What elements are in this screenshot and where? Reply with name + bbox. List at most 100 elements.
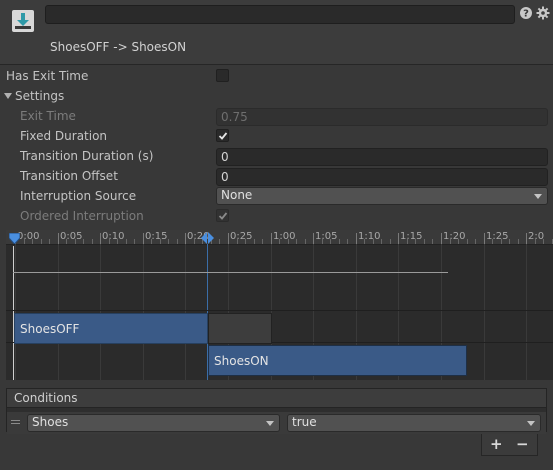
add-condition-button[interactable]: + bbox=[490, 435, 503, 453]
timeline-grid-line bbox=[58, 244, 59, 380]
timeline-tick-label: 0:25 bbox=[230, 231, 253, 242]
exit-time-label: Exit Time bbox=[20, 109, 76, 123]
has-exit-time-checkbox[interactable] bbox=[216, 69, 229, 82]
timeline-minor-tick bbox=[41, 239, 42, 244]
timeline-tick-label: 0:00 bbox=[17, 231, 40, 242]
fixed-duration-checkbox[interactable] bbox=[216, 129, 229, 142]
timeline-tick-label: 0:15 bbox=[145, 231, 168, 242]
timeline-grid-line bbox=[15, 244, 16, 380]
timeline-tick-label: 0:05 bbox=[60, 231, 83, 242]
settings-foldout-label[interactable]: Settings bbox=[15, 89, 64, 103]
gear-icon[interactable] bbox=[536, 6, 550, 20]
timeline-major-tick bbox=[526, 233, 527, 244]
timeline-tick-label: 1:05 bbox=[315, 231, 338, 242]
ordered-interruption-label: Ordered Interruption bbox=[20, 209, 144, 223]
remove-condition-button[interactable]: − bbox=[516, 435, 529, 453]
timeline-major-tick bbox=[271, 233, 272, 244]
start-marker-icon[interactable] bbox=[8, 232, 21, 247]
timeline-major-tick bbox=[441, 233, 442, 244]
transition-duration-input[interactable]: 0 bbox=[216, 148, 548, 166]
timeline-tick-label: 0:10 bbox=[102, 231, 125, 242]
timeline-minor-tick bbox=[381, 239, 382, 244]
timeline-minor-tick bbox=[177, 239, 178, 244]
timeline-grid-line bbox=[526, 244, 527, 380]
checkmark-icon bbox=[218, 132, 228, 140]
timeline-minor-tick bbox=[475, 239, 476, 244]
drag-handle-icon[interactable] bbox=[11, 420, 20, 421]
fixed-duration-label: Fixed Duration bbox=[20, 129, 108, 143]
condition-row[interactable]: Shoes true bbox=[7, 412, 546, 434]
interruption-source-value: None bbox=[221, 188, 253, 202]
timeline-major-tick bbox=[185, 233, 186, 244]
condition-parameter-value: Shoes bbox=[32, 415, 69, 429]
timeline-minor-tick bbox=[254, 239, 255, 244]
timeline-minor-tick bbox=[305, 239, 306, 244]
transition-title: ShoesOFF -> ShoesON bbox=[50, 40, 187, 54]
timeline-minor-tick bbox=[467, 239, 468, 244]
settings-foldout-arrow-icon[interactable] bbox=[4, 93, 12, 99]
timeline-tick-label: 1:25 bbox=[486, 231, 509, 242]
timeline-minor-tick bbox=[390, 239, 391, 244]
timeline-major-tick bbox=[484, 233, 485, 244]
timeline-minor-tick bbox=[92, 239, 93, 244]
checkmark-icon bbox=[218, 212, 228, 220]
timeline-minor-tick bbox=[219, 239, 220, 244]
timeline-major-tick bbox=[228, 233, 229, 244]
timeline-grid-line bbox=[185, 244, 186, 380]
exit-time-field: 0.75 bbox=[216, 108, 548, 126]
timeline-minor-tick bbox=[518, 239, 519, 244]
timeline-minor-tick bbox=[347, 239, 348, 244]
svg-text:?: ? bbox=[523, 9, 529, 20]
timeline-minor-tick bbox=[134, 239, 135, 244]
timeline-tick-label: 2:0 bbox=[528, 231, 545, 242]
timeline-major-tick bbox=[100, 233, 101, 244]
condition-value-value: true bbox=[292, 415, 317, 429]
timeline-grid-line bbox=[143, 244, 144, 380]
chevron-down-icon bbox=[527, 421, 535, 426]
transition-timeline[interactable]: ShoesOFF ShoesON 0:00 0:05 0:10 0:15 0:20 0:2… bbox=[6, 230, 553, 380]
timeline-minor-tick bbox=[49, 239, 50, 244]
track-divider bbox=[6, 310, 553, 311]
timeline-grid-line bbox=[100, 244, 101, 380]
condition-parameter-dropdown[interactable]: Shoes bbox=[27, 414, 280, 432]
transition-name-input[interactable] bbox=[45, 5, 515, 24]
help-icon[interactable]: ? bbox=[519, 6, 533, 20]
timeline-minor-tick bbox=[296, 239, 297, 244]
ordered-interruption-checkbox bbox=[216, 209, 229, 222]
timeline-minor-tick bbox=[262, 239, 263, 244]
timeline-minor-tick bbox=[339, 239, 340, 244]
timeline-major-tick bbox=[143, 233, 144, 244]
timeline-minor-tick bbox=[509, 239, 510, 244]
transition-download-icon bbox=[10, 8, 36, 34]
timeline-tick-label: 1:00 bbox=[273, 231, 296, 242]
timeline-grid-line bbox=[484, 244, 485, 380]
timeline-major-tick bbox=[356, 233, 357, 244]
interruption-source-label: Interruption Source bbox=[20, 189, 137, 203]
transition-offset-label: Transition Offset bbox=[20, 169, 118, 183]
timeline-tick-label: 1:10 bbox=[358, 231, 381, 242]
source-clip-bar[interactable]: ShoesOFF bbox=[14, 313, 208, 344]
transition-duration-label: Transition Duration (s) bbox=[20, 149, 154, 163]
transition-end-marker-icon[interactable] bbox=[208, 232, 214, 247]
transition-offset-input[interactable]: 0 bbox=[216, 168, 548, 186]
timeline-minor-tick bbox=[432, 239, 433, 244]
timeline-major-tick bbox=[313, 233, 314, 244]
interruption-source-dropdown[interactable]: None bbox=[216, 187, 548, 205]
timeline-minor-tick bbox=[83, 239, 84, 244]
conditions-footer: + − bbox=[481, 434, 538, 456]
chevron-down-icon bbox=[534, 194, 542, 199]
timeline-major-tick bbox=[58, 233, 59, 244]
source-clip-tail bbox=[208, 313, 272, 344]
conditions-header: Conditions bbox=[6, 388, 547, 408]
condition-value-dropdown[interactable]: true bbox=[287, 414, 541, 432]
timeline-minor-tick bbox=[424, 239, 425, 244]
chevron-down-icon bbox=[266, 421, 274, 426]
destination-clip-bar[interactable]: ShoesON bbox=[208, 345, 467, 376]
timeline-minor-tick bbox=[168, 239, 169, 244]
timeline-major-tick bbox=[398, 233, 399, 244]
timeline-minor-tick bbox=[126, 239, 127, 244]
timeline-tick-label: 1:20 bbox=[443, 231, 466, 242]
parameter-curve-line bbox=[13, 272, 448, 273]
transition-start-marker-icon[interactable] bbox=[201, 232, 207, 247]
has-exit-time-label: Has Exit Time bbox=[6, 69, 89, 83]
